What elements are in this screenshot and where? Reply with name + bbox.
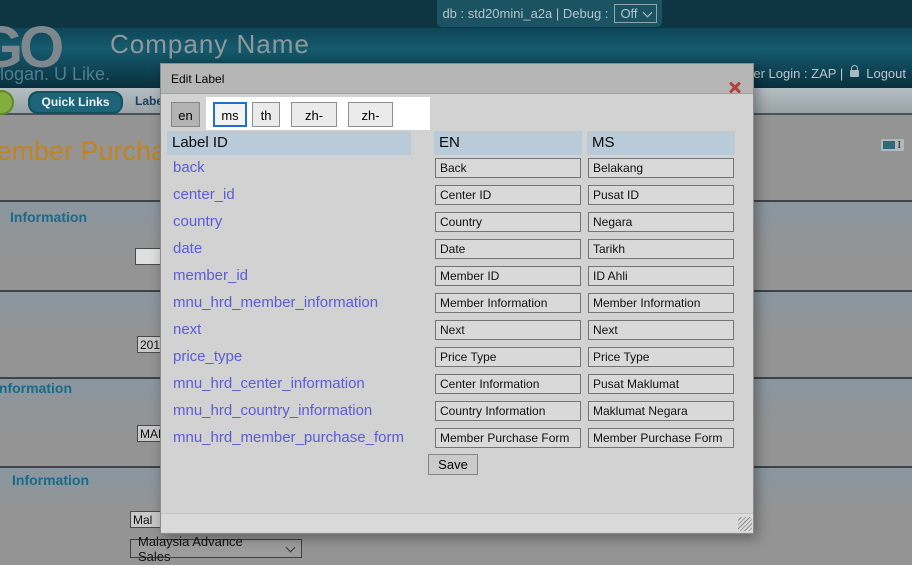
sales-type-value: Malaysia Advance Sales bbox=[138, 534, 277, 564]
en-input[interactable] bbox=[435, 347, 581, 367]
dialog-titlebar[interactable]: Edit Label bbox=[161, 64, 753, 94]
label-id-link[interactable]: next bbox=[173, 317, 201, 343]
user-login-bar: User Login : ZAP | Logout bbox=[737, 66, 906, 81]
en-input[interactable] bbox=[435, 239, 581, 259]
ms-input[interactable] bbox=[588, 212, 734, 232]
ms-input[interactable] bbox=[588, 293, 734, 313]
ms-input[interactable] bbox=[588, 401, 734, 421]
label-id-link[interactable]: mnu_hrd_country_information bbox=[173, 398, 372, 424]
top-strip: db : std20mini_a2a | Debug : Off bbox=[0, 0, 912, 28]
en-input[interactable] bbox=[435, 293, 581, 313]
quick-links-button[interactable]: Quick Links bbox=[28, 91, 123, 114]
table-row: center_id bbox=[161, 182, 753, 209]
section-title: Information bbox=[0, 380, 72, 396]
dialog-statusbar bbox=[161, 513, 753, 532]
table-row: price_type bbox=[161, 344, 753, 371]
db-toolbar: db : std20mini_a2a | Debug : Off bbox=[437, 0, 662, 27]
table-row: mnu_hrd_member_information bbox=[161, 290, 753, 317]
tab-en[interactable]: en bbox=[171, 102, 200, 127]
table-row: mnu_hrd_center_information bbox=[161, 371, 753, 398]
ms-input[interactable] bbox=[588, 428, 734, 448]
en-input[interactable] bbox=[435, 212, 581, 232]
ms-input[interactable] bbox=[588, 374, 734, 394]
label-id-link[interactable]: date bbox=[173, 236, 202, 262]
save-button[interactable]: Save bbox=[428, 454, 478, 475]
ms-input[interactable] bbox=[588, 185, 734, 205]
en-input[interactable] bbox=[435, 401, 581, 421]
lock-icon bbox=[850, 70, 859, 77]
column-header-ms: MS bbox=[587, 131, 735, 155]
ms-input[interactable] bbox=[588, 347, 734, 367]
en-input[interactable] bbox=[435, 158, 581, 178]
label-id-link[interactable]: center_id bbox=[173, 182, 235, 208]
en-input[interactable] bbox=[435, 428, 581, 448]
label-id-link[interactable]: country bbox=[173, 209, 222, 235]
en-input[interactable] bbox=[435, 374, 581, 394]
company-name: Company Name bbox=[110, 29, 310, 60]
toggle-state-icon bbox=[883, 141, 895, 149]
resize-grip[interactable] bbox=[738, 517, 752, 531]
db-label: db : std20mini_a2a | Debug : bbox=[442, 6, 608, 21]
column-header-label-id: Label ID bbox=[167, 131, 411, 155]
edit-label-dialog: Edit Label en ms th zh-CN zh-TW Label ID… bbox=[160, 63, 754, 534]
slogan: Slogan. U Like. bbox=[0, 64, 110, 85]
chevron-down-icon bbox=[286, 542, 296, 552]
table-row: member_id bbox=[161, 263, 753, 290]
en-input[interactable] bbox=[435, 266, 581, 286]
ms-input[interactable] bbox=[588, 266, 734, 286]
logout-link[interactable]: Logout bbox=[866, 66, 906, 81]
tab-zh-cn[interactable]: zh-CN bbox=[291, 102, 337, 127]
dialog-title: Edit Label bbox=[171, 72, 224, 86]
label-id-link[interactable]: mnu_hrd_member_purchase_form bbox=[173, 425, 404, 451]
section-title: Information bbox=[10, 209, 87, 225]
section-title: Information bbox=[12, 472, 89, 488]
ms-input[interactable] bbox=[588, 239, 734, 259]
chevron-down-icon bbox=[642, 7, 652, 17]
debug-value: Off bbox=[620, 6, 637, 21]
table-row: mnu_hrd_member_purchase_form bbox=[161, 425, 753, 452]
close-icon[interactable] bbox=[729, 81, 741, 93]
label-id-link[interactable]: price_type bbox=[173, 344, 242, 370]
label-id-link[interactable]: back bbox=[173, 155, 205, 181]
label-id-link[interactable]: mnu_hrd_center_information bbox=[173, 371, 365, 397]
ms-input[interactable] bbox=[588, 320, 734, 340]
tab-ms[interactable]: ms bbox=[213, 102, 247, 127]
edit-label-toggle[interactable]: I bbox=[880, 138, 905, 152]
status-dot-icon bbox=[0, 90, 14, 115]
ibeam-cursor-icon: I bbox=[897, 139, 901, 151]
table-row: mnu_hrd_country_information bbox=[161, 398, 753, 425]
label-id-link[interactable]: member_id bbox=[173, 263, 248, 289]
table-row: next bbox=[161, 317, 753, 344]
en-input[interactable] bbox=[435, 320, 581, 340]
sales-type-select[interactable]: Malaysia Advance Sales bbox=[130, 539, 302, 558]
table-row: back bbox=[161, 155, 753, 182]
column-header-en: EN bbox=[434, 131, 582, 155]
label-id-link[interactable]: mnu_hrd_member_information bbox=[173, 290, 378, 316]
table-row: country bbox=[161, 209, 753, 236]
debug-select[interactable]: Off bbox=[614, 4, 656, 23]
screen: db : std20mini_a2a | Debug : Off GO Comp… bbox=[0, 0, 912, 565]
tab-th[interactable]: th bbox=[252, 102, 280, 127]
en-input[interactable] bbox=[435, 185, 581, 205]
table-row: date bbox=[161, 236, 753, 263]
tab-zh-tw[interactable]: zh-TW bbox=[348, 102, 393, 127]
ms-input[interactable] bbox=[588, 158, 734, 178]
